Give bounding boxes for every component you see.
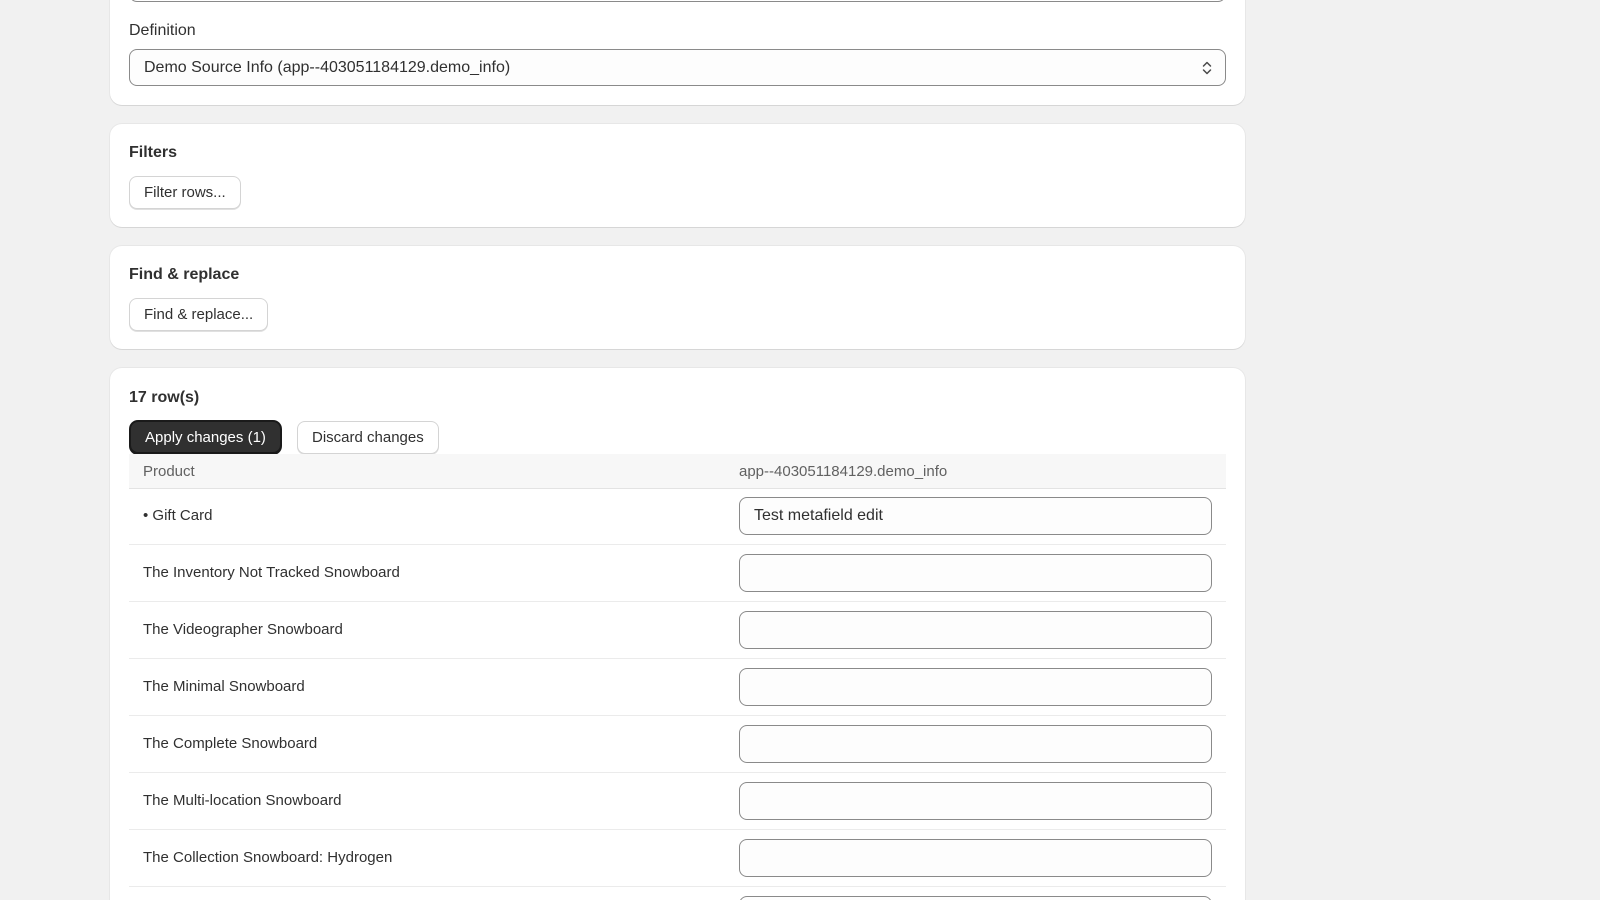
table-row: The Complete Snowboard: [129, 716, 1226, 773]
filters-title: Filters: [129, 144, 178, 161]
definition-label: Definition: [129, 22, 196, 39]
find-replace-title: Find & replace: [129, 266, 240, 283]
table-row: • Gift Card: [129, 488, 1226, 545]
table-row: The Collection Snowboard: Hydrogen: [129, 830, 1226, 887]
table-row: The Videographer Snowboard: [129, 602, 1226, 659]
metafield-input[interactable]: [739, 782, 1212, 820]
table-row: The Multi-location Snowboard: [129, 773, 1226, 830]
table-row: The Minimal Snowboard: [129, 659, 1226, 716]
product-name: The Multi-location Snowboard: [143, 792, 342, 809]
definition-select-value: Demo Source Info (app--403051184129.demo…: [144, 59, 511, 76]
definition-card: Definition Demo Source Info (app--403051…: [110, 0, 1245, 105]
page: Definition Demo Source Info (app--403051…: [0, 0, 1600, 900]
metafield-input[interactable]: [739, 839, 1212, 877]
product-name: • Gift Card: [143, 507, 213, 524]
results-card: 17 row(s) Apply changes (1) Discard chan…: [110, 368, 1245, 900]
select-arrows-icon: [1201, 59, 1213, 77]
discard-changes-button[interactable]: Discard changes: [297, 421, 439, 454]
column-header-metafield: app--403051184129.demo_info: [739, 463, 948, 480]
metafield-input[interactable]: [739, 896, 1212, 900]
metafield-input[interactable]: [739, 554, 1212, 592]
product-name: The Complete Snowboard: [143, 735, 318, 752]
product-name: The Minimal Snowboard: [143, 678, 305, 695]
metafield-input[interactable]: [739, 611, 1212, 649]
table-row: [129, 887, 1226, 900]
product-name: The Inventory Not Tracked Snowboard: [143, 564, 400, 581]
product-name: The Collection Snowboard: Hydrogen: [143, 849, 393, 866]
previous-field[interactable]: [129, 0, 1226, 2]
apply-changes-button[interactable]: Apply changes (1): [130, 421, 281, 454]
filter-rows-button[interactable]: Filter rows...: [129, 176, 241, 209]
row-count: 17 row(s): [129, 389, 200, 406]
filters-card: Filters Filter rows...: [110, 124, 1245, 227]
find-replace-button[interactable]: Find & replace...: [129, 298, 269, 331]
table-row: The Inventory Not Tracked Snowboard: [129, 545, 1226, 602]
metafield-input[interactable]: [739, 725, 1212, 763]
table-header: Product app--403051184129.demo_info: [129, 454, 1226, 489]
definition-select[interactable]: Demo Source Info (app--403051184129.demo…: [129, 49, 1226, 86]
product-name: The Videographer Snowboard: [143, 621, 343, 638]
find-replace-card: Find & replace Find & replace...: [110, 246, 1245, 349]
metafield-input[interactable]: [739, 668, 1212, 706]
metafield-input[interactable]: [739, 497, 1212, 535]
column-header-product: Product: [143, 463, 195, 480]
